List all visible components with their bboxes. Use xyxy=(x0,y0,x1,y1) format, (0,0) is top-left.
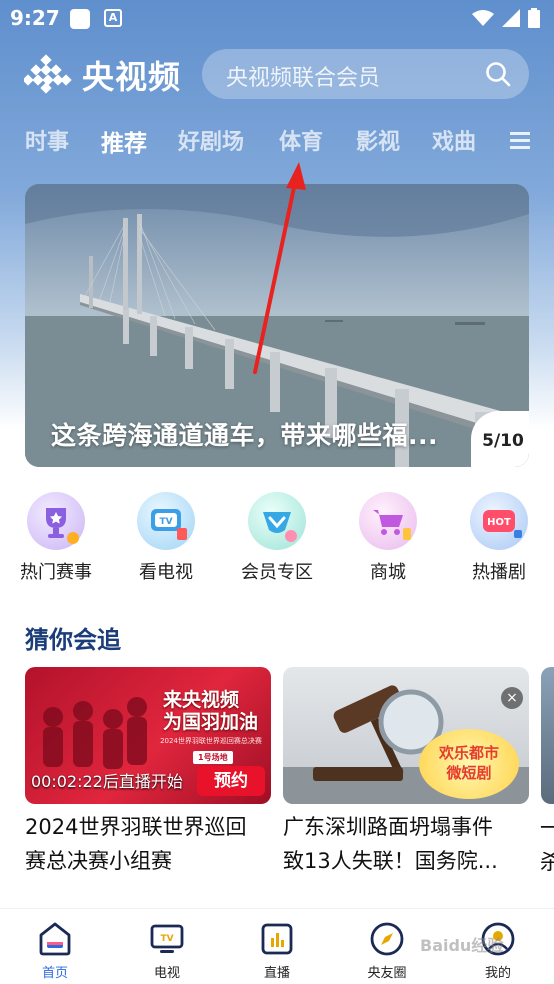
status-indicators xyxy=(472,8,540,28)
poster-court-tag: 1号场地 xyxy=(193,751,233,764)
video-title-partial: 杀 xyxy=(540,850,554,874)
category-tabs: 时事 推荐 好剧场 体育 影视 戏曲 xyxy=(0,124,554,160)
video-title-line: 赛总决赛小组赛 xyxy=(25,849,172,873)
quick-link-mall[interactable]: 商城 xyxy=(343,492,433,584)
nav-tv[interactable]: TV 电视 xyxy=(127,921,207,981)
nav-label: 央友圈 xyxy=(367,966,407,981)
video-title: 广东深圳路面坍塌事件 致13人失联！国务院... xyxy=(283,810,529,878)
search-placeholder: 央视频联合会员 xyxy=(226,66,381,91)
section-title: 猜你会追 xyxy=(25,626,121,654)
quick-link-label: 会员专区 xyxy=(241,562,313,583)
poster-subtitle: 2024世界羽联世界巡回赛总决赛 xyxy=(160,737,262,745)
tab-haojuchang[interactable]: 好剧场 xyxy=(178,124,244,156)
reserve-button[interactable]: 预约 xyxy=(197,766,265,796)
quick-link-label: 商城 xyxy=(370,562,406,583)
tab-tuijian[interactable]: 推荐 xyxy=(101,124,147,158)
video-title: 2024世界羽联世界巡回 赛总决赛小组赛 xyxy=(25,810,271,878)
banner-carousel[interactable]: 这条跨海通道通车，带来哪些福... 5/10 xyxy=(25,184,529,467)
nav-label: 直播 xyxy=(263,966,290,981)
quick-link-label: 看电视 xyxy=(139,562,193,583)
status-time: 9:27 xyxy=(10,6,60,30)
nav-label: 电视 xyxy=(153,966,180,981)
tab-shishi[interactable]: 时事 xyxy=(25,124,69,156)
video-thumbnail: × 欢乐都市 微短剧 xyxy=(283,667,529,804)
signal-icon xyxy=(502,9,520,27)
compass-icon xyxy=(369,921,405,957)
nav-live[interactable]: 直播 xyxy=(237,921,317,981)
close-icon[interactable]: × xyxy=(501,687,523,709)
wifi-icon xyxy=(472,10,494,26)
banner-title: 这条跨海通道通车，带来哪些福... xyxy=(51,421,438,450)
svg-text:HOT: HOT xyxy=(487,517,511,528)
search-icon[interactable] xyxy=(485,61,511,87)
nav-home[interactable]: 首页 xyxy=(15,921,95,981)
drama-badge-line: 微短剧 xyxy=(446,764,492,782)
tab-xiqu[interactable]: 戏曲 xyxy=(432,124,476,156)
live-countdown: 00:02:22后直播开始 xyxy=(31,772,183,791)
poster-headline: 来央视频 xyxy=(163,689,240,711)
drama-badge-line: 欢乐都市 xyxy=(438,744,499,762)
video-card[interactable]: 来央视频 为国羽加油 2024世界羽联世界巡回赛总决赛 1号场地 00:02:2… xyxy=(25,667,271,878)
video-card[interactable]: × 欢乐都市 微短剧 广东深圳路面坍塌事件 致13人失联！国务院... xyxy=(283,667,529,878)
nav-label: 我的 xyxy=(484,966,511,981)
video-title-line: 广东深圳路面坍塌事件 xyxy=(283,815,493,839)
menu-icon[interactable] xyxy=(510,132,530,150)
cart-icon xyxy=(359,492,417,550)
svg-text:TV: TV xyxy=(159,517,172,527)
video-card-partial[interactable] xyxy=(541,667,554,804)
tab-tiyu[interactable]: 体育 xyxy=(279,124,323,156)
app-title: 央视频 xyxy=(82,58,182,96)
svg-text:TV: TV xyxy=(160,934,173,944)
trophy-icon xyxy=(27,492,85,550)
tv-icon: TV xyxy=(137,492,195,550)
video-thumbnail: 来央视频 为国羽加油 2024世界羽联世界巡回赛总决赛 1号场地 00:02:2… xyxy=(25,667,271,804)
nav-community[interactable]: 央友圈 xyxy=(347,921,427,981)
status-bar: 9:27 A xyxy=(0,0,554,38)
hot-icon: HOT xyxy=(470,492,528,550)
home-icon xyxy=(37,921,73,957)
drama-badge: 欢乐都市 微短剧 xyxy=(419,729,519,799)
live-icon xyxy=(259,921,295,957)
notification-square-icon xyxy=(70,9,90,29)
quick-link-tv[interactable]: TV 看电视 xyxy=(121,492,211,584)
banner-page-indicator: 5/10 xyxy=(471,411,529,467)
video-title-line: 致13人失联！国务院... xyxy=(283,849,498,873)
app-logo-icon xyxy=(24,54,72,94)
search-bar[interactable]: 央视频联合会员 xyxy=(202,49,529,99)
quick-link-vip[interactable]: 会员专区 xyxy=(232,492,322,584)
nav-label: 首页 xyxy=(41,966,68,981)
watermark: Baidu经验 xyxy=(420,936,504,955)
tab-yingshi[interactable]: 影视 xyxy=(356,124,400,156)
notification-a-icon: A xyxy=(104,9,122,27)
quick-link-label: 热门赛事 xyxy=(20,562,92,583)
tv-icon: TV xyxy=(149,921,185,957)
video-title-partial: 一 xyxy=(540,816,554,840)
poster-headline-2: 为国羽加油 xyxy=(163,711,259,733)
quick-link-hot-events[interactable]: 热门赛事 xyxy=(11,492,101,584)
battery-icon xyxy=(528,8,540,28)
quick-link-hot-drama[interactable]: HOT 热播剧 xyxy=(454,492,544,584)
video-title-line: 2024世界羽联世界巡回 xyxy=(25,815,247,839)
vip-icon xyxy=(248,492,306,550)
quick-link-label: 热播剧 xyxy=(472,562,526,583)
